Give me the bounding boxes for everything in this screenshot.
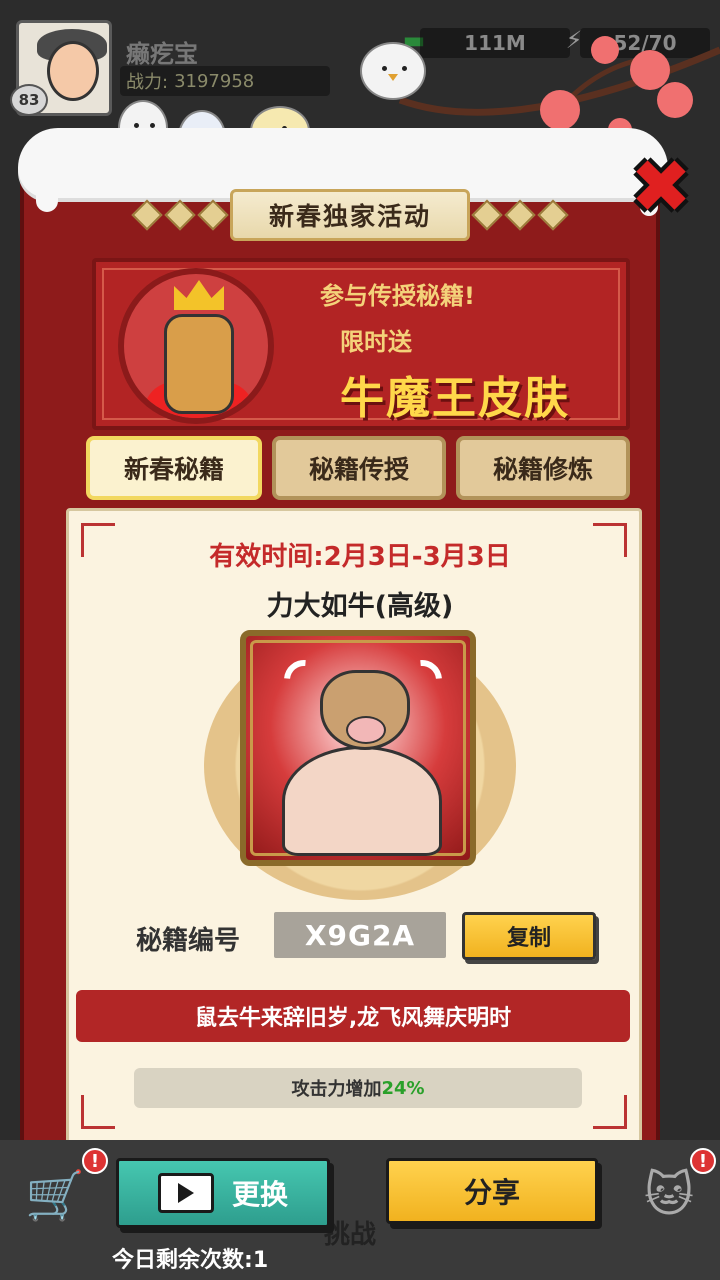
- power-label: 战力:: [126, 72, 169, 93]
- tab-new-year-secret[interactable]: 新春秘籍: [86, 436, 262, 500]
- remaining-value: 1: [252, 1248, 269, 1273]
- share-button[interactable]: 分享: [386, 1158, 598, 1224]
- attack-bonus: 攻击力增加 24%: [134, 1068, 582, 1108]
- knot-decoration: [130, 198, 230, 232]
- alert-badge: !: [690, 1148, 716, 1174]
- bird-decoration: [360, 42, 426, 100]
- modal-title-band: 新春独家活动: [110, 189, 590, 241]
- challenge-label[interactable]: 挑战: [324, 1214, 376, 1251]
- swap-button[interactable]: 更换: [116, 1158, 330, 1228]
- code-label: 秘籍编号: [136, 926, 241, 956]
- poem-banner: 鼠去牛来辞旧岁,龙飞风舞庆明时: [76, 990, 630, 1042]
- remaining-label: 今日剩余次数:: [112, 1248, 253, 1273]
- bonus-text: 攻击力增加: [291, 1079, 382, 1100]
- banner-headline: 参与传授秘籍!: [320, 282, 475, 310]
- tab-secret-teaching[interactable]: 秘籍传授: [272, 436, 446, 500]
- close-icon[interactable]: ✖: [624, 150, 698, 224]
- bull-nose: [346, 716, 386, 744]
- skill-name: 力大如牛(高级): [266, 591, 454, 622]
- banner-reward-title: 牛魔王皮肤: [340, 373, 570, 424]
- bottom-bar: [0, 1140, 720, 1280]
- ox-body: [164, 314, 234, 414]
- snow-cap-decoration: [18, 128, 668, 198]
- remaining-count: 今日剩余次数:1: [112, 1242, 268, 1274]
- valid-time: 有效时间:2月3日-3月3日: [209, 542, 511, 572]
- level-badge: 83: [10, 84, 48, 116]
- banner-subline: 限时送: [340, 328, 412, 356]
- copy-button[interactable]: 复制: [462, 912, 596, 960]
- alert-badge: !: [82, 1148, 108, 1174]
- knot-decoration: [470, 198, 570, 232]
- player-name: 癞疙宝: [126, 40, 198, 68]
- bonus-percent: 24%: [381, 1077, 425, 1099]
- avatar-face: [47, 41, 99, 101]
- snow-drip: [36, 190, 58, 212]
- ox-king-portrait: [118, 268, 274, 424]
- crown-icon: [174, 280, 224, 310]
- swap-label: 更换: [231, 1178, 288, 1211]
- modal-title: 新春独家活动: [230, 189, 470, 241]
- corner-ornament: [81, 1095, 115, 1129]
- code-value[interactable]: X9G2A: [274, 912, 446, 958]
- power-display: 战力: 3197958: [120, 66, 330, 96]
- bull-body: [282, 746, 442, 856]
- play-video-icon: [157, 1173, 214, 1213]
- tab-secret-training[interactable]: 秘籍修炼: [456, 436, 630, 500]
- skill-card: [240, 630, 476, 866]
- corner-ornament: [593, 1095, 627, 1129]
- power-value: 3197958: [174, 70, 255, 92]
